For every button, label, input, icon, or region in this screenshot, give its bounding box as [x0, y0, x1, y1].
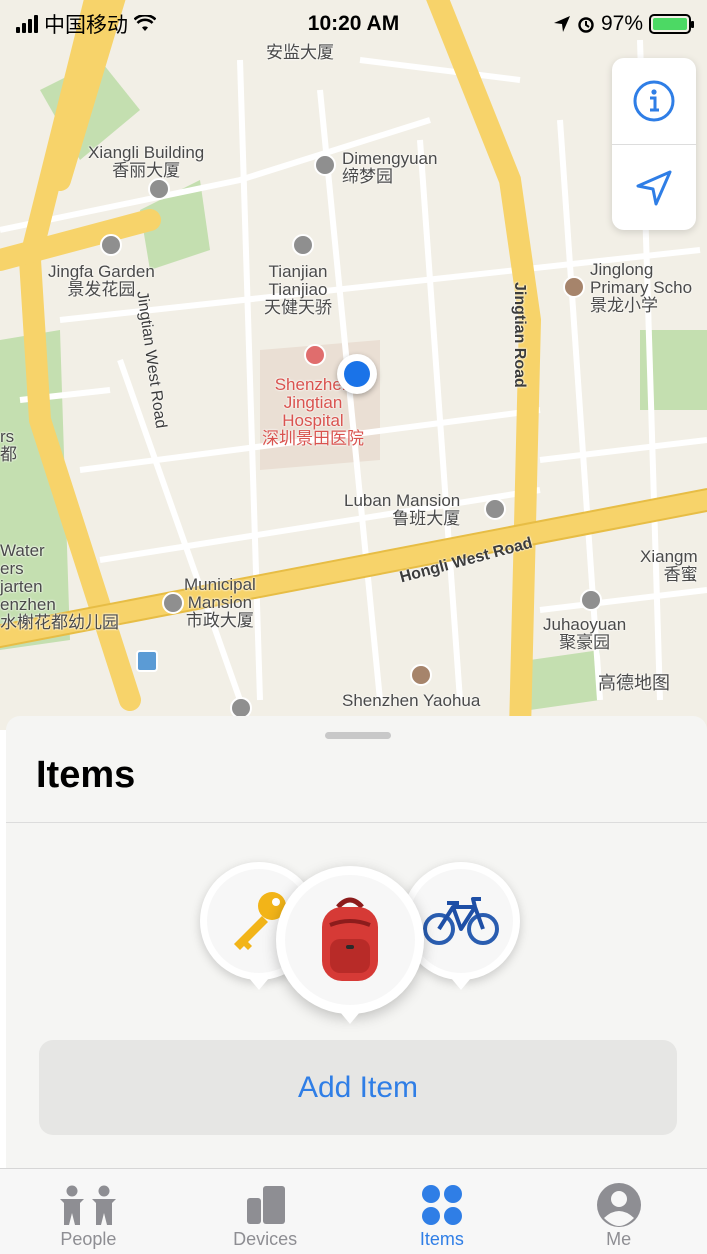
map-label: Luban Mansion 鲁班大厦	[344, 491, 461, 528]
map-label: Juhaoyuan 聚豪园	[543, 615, 627, 652]
carrier-label: 中国移动	[44, 14, 128, 37]
tab-label: Items	[419, 1229, 464, 1249]
school-icon	[410, 664, 432, 686]
backpack-icon	[322, 897, 378, 981]
building-icon	[292, 234, 314, 256]
location-arrow-icon	[553, 16, 570, 32]
current-location-dot	[337, 354, 377, 394]
tab-label: Me	[606, 1229, 632, 1249]
map-label: Shenzhen Yaohua	[342, 691, 481, 710]
map-label: Xiangm 香蜜	[640, 547, 698, 584]
map-view[interactable]: 安监大厦 Xiangli Building 香丽大厦 Dimengyuan 缔梦…	[0, 0, 707, 730]
map-controls	[612, 58, 696, 230]
map-info-button[interactable]	[612, 58, 696, 144]
wifi-icon	[134, 15, 156, 31]
status-bar: 中国移动 10:20 AM 97%	[0, 0, 707, 48]
tab-label: People	[60, 1229, 117, 1249]
map-label: Municipal Mansion 市政大厦	[184, 575, 256, 630]
building-icon	[580, 589, 602, 611]
tab-bar: People Devices Items Me	[0, 1168, 707, 1254]
metro-icon	[136, 650, 158, 672]
map-label: Xiangli Building 香丽大厦	[88, 143, 205, 180]
location-arrow-icon	[636, 170, 672, 205]
battery-percent: 97%	[600, 12, 643, 35]
add-item-button[interactable]: Add Item	[39, 1040, 677, 1135]
map-label: rs 都	[0, 427, 17, 464]
alarm-icon	[578, 17, 594, 33]
map-label: Dimengyuan 缔梦园	[342, 149, 438, 186]
tab-me[interactable]: Me	[530, 1169, 707, 1254]
map-attribution: 高德地图	[598, 673, 670, 693]
info-icon	[633, 80, 675, 122]
map-label: Tianjian Tianjiao 天健天骄	[264, 262, 332, 317]
building-icon	[484, 498, 506, 520]
sheet-grabber[interactable]	[325, 732, 391, 739]
profile-icon	[596, 1183, 641, 1227]
road-label: Jingtian Road	[511, 282, 528, 388]
signal-icon	[16, 15, 38, 33]
hospital-icon	[304, 344, 326, 366]
bicycle-icon	[423, 897, 499, 945]
building-icon	[314, 154, 336, 176]
clock: 10:20 AM	[307, 12, 400, 35]
devices-icon	[247, 1186, 286, 1224]
divider	[6, 822, 707, 823]
map-label: Water ers jarten enzhen 水榭花都幼儿园	[0, 541, 119, 632]
tab-people[interactable]: People	[0, 1169, 177, 1254]
tab-devices[interactable]: Devices	[177, 1169, 354, 1254]
building-icon	[148, 178, 170, 200]
tab-items[interactable]: Items	[354, 1169, 531, 1254]
building-icon	[162, 592, 184, 614]
map-label: Jinglong Primary Scho 景龙小学	[590, 260, 693, 315]
track-location-button[interactable]	[612, 144, 696, 230]
tab-label: Devices	[233, 1229, 298, 1249]
battery-icon	[649, 14, 694, 34]
items-icon	[421, 1185, 462, 1225]
building-icon	[100, 234, 122, 256]
people-icon	[60, 1185, 117, 1225]
page-title: Items	[36, 754, 136, 796]
school-icon	[563, 276, 585, 298]
item-pin-backpack[interactable]	[276, 866, 424, 1024]
